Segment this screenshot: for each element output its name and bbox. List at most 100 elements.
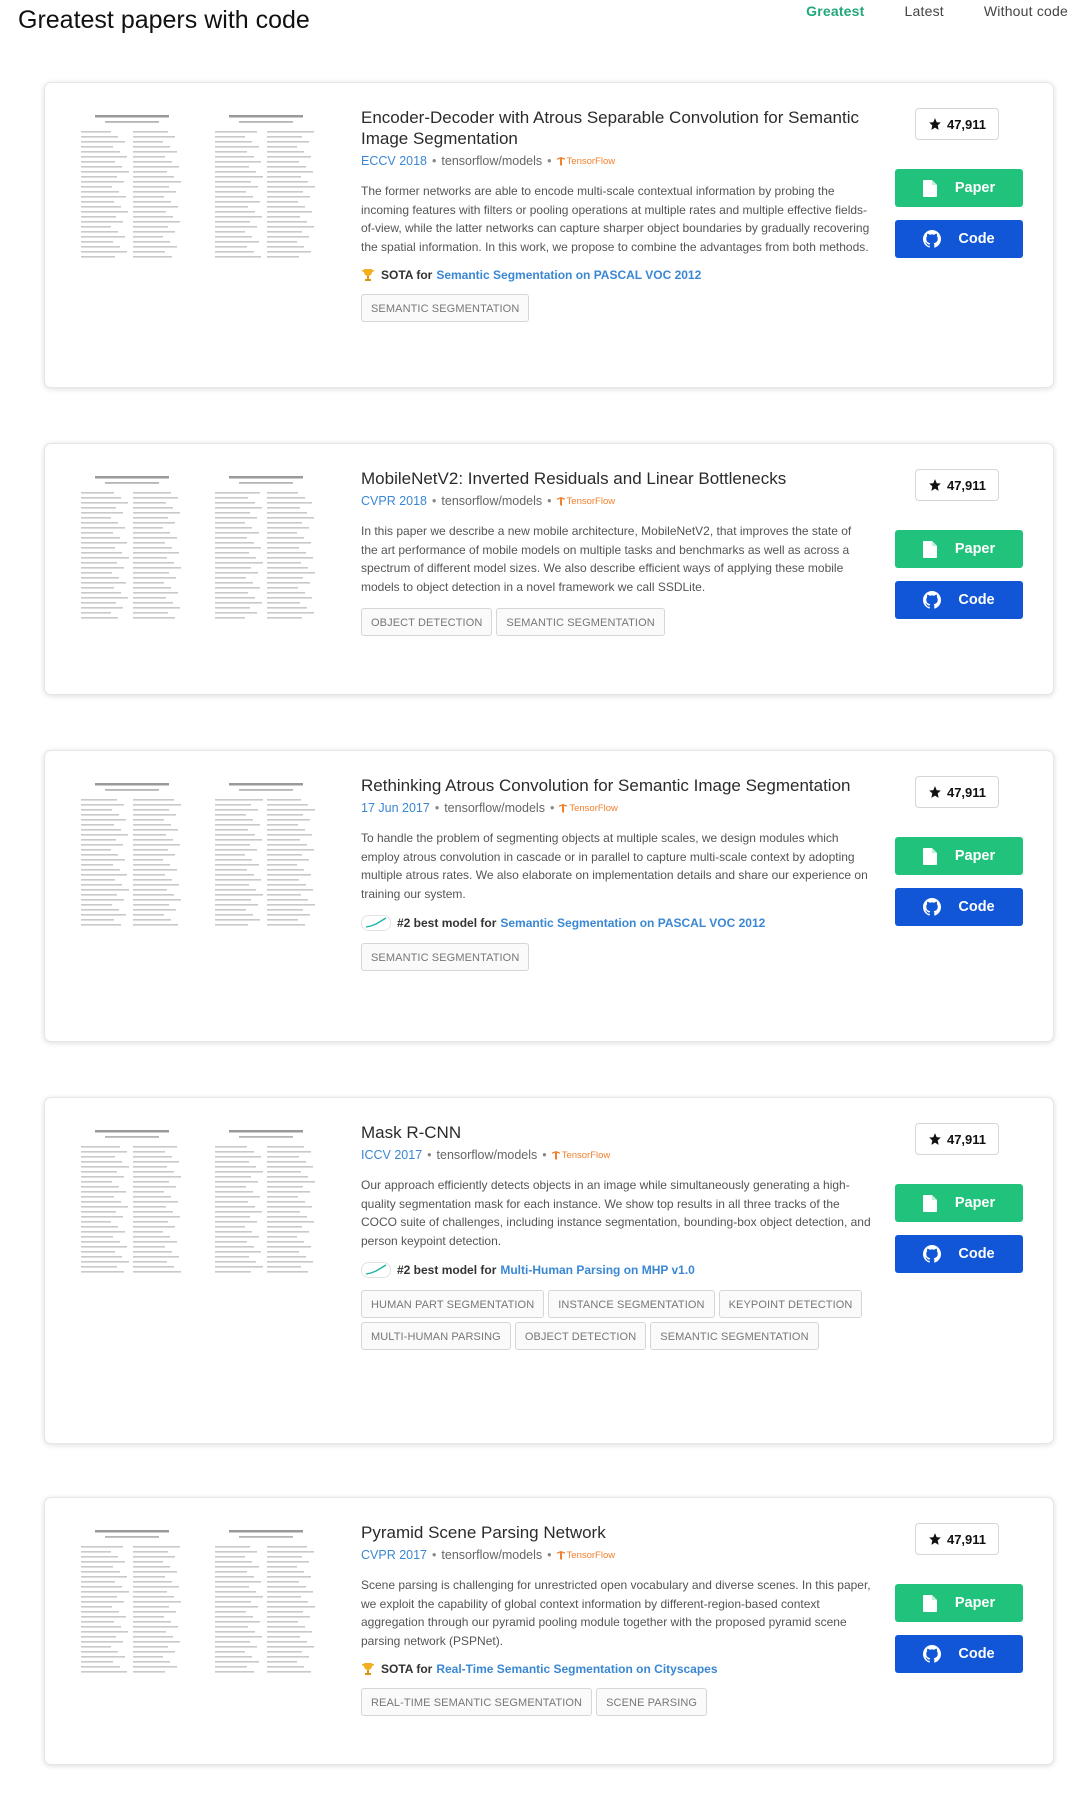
code-button[interactable]: Code — [895, 1235, 1023, 1273]
leaderboard-rank: #2 best model for Semantic Segmentation o… — [361, 915, 871, 931]
paper-meta: 17 Jun 2017 • tensorflow/models • TensorFlow — [361, 801, 871, 815]
page-header: Greatest papers with code Greatest Lates… — [18, 0, 1068, 44]
paper-actions: 47,911 Paper Code — [895, 1123, 1023, 1273]
tensorflow-icon — [556, 496, 565, 506]
file-icon — [922, 179, 946, 197]
task-tag[interactable]: SEMANTIC SEGMENTATION — [650, 1322, 819, 1350]
framework-badge: TensorFlow — [556, 1550, 615, 1561]
task-tag[interactable]: HUMAN PART SEGMENTATION — [361, 1290, 545, 1318]
rank-label: #2 best model for — [397, 916, 497, 930]
paper-repo[interactable]: tensorflow/models — [441, 1548, 542, 1562]
rank-label: #2 best model for — [397, 1263, 497, 1277]
thumbnail-page — [209, 1524, 323, 1674]
star-icon — [928, 1532, 947, 1546]
paper-venue[interactable]: CVPR 2017 — [361, 1548, 427, 1562]
framework-badge: TensorFlow — [559, 803, 618, 814]
paper-button[interactable]: Paper — [895, 1184, 1023, 1222]
thumbnail-page — [209, 470, 323, 620]
task-tag[interactable]: SEMANTIC SEGMENTATION — [361, 294, 530, 322]
star-icon — [928, 117, 947, 131]
meta-separator: • — [432, 1548, 437, 1562]
star-count-value: 47,911 — [946, 1131, 987, 1147]
code-button[interactable]: Code — [895, 1635, 1023, 1673]
paper-card: Mask R-CNN ICCV 2017 • tensorflow/models • Te… — [44, 1097, 1054, 1444]
paper-repo[interactable]: tensorflow/models — [437, 1148, 538, 1162]
file-icon — [922, 847, 946, 865]
task-tag[interactable]: KEYPOINT DETECTION — [718, 1290, 863, 1318]
paper-thumbnail[interactable] — [75, 777, 325, 927]
paper-title[interactable]: Encoder-Decoder with Atrous Separable Co… — [361, 107, 871, 149]
star-icon — [928, 478, 947, 492]
rank-label: SOTA for — [381, 268, 433, 282]
paper-thumbnail[interactable] — [75, 109, 325, 259]
github-icon — [923, 1245, 950, 1263]
paper-content: Rethinking Atrous Convolution for Semant… — [361, 775, 871, 975]
meta-separator: • — [432, 154, 437, 168]
paper-title[interactable]: Pyramid Scene Parsing Network — [361, 1522, 871, 1543]
tab-without-code[interactable]: Without code — [984, 3, 1068, 19]
paper-meta: CVPR 2018 • tensorflow/models • TensorFlow — [361, 494, 871, 508]
paper-title[interactable]: Mask R-CNN — [361, 1122, 871, 1143]
code-button-label: Code — [958, 899, 995, 915]
paper-thumbnail[interactable] — [75, 1124, 325, 1274]
paper-button-label: Paper — [954, 1595, 996, 1611]
star-count-value: 47,911 — [946, 477, 987, 493]
thumbnail-page — [75, 777, 189, 927]
paper-venue[interactable]: ICCV 2017 — [361, 1148, 422, 1162]
github-icon — [923, 898, 950, 916]
trophy-icon — [361, 1662, 375, 1676]
file-icon — [922, 540, 946, 558]
paper-button[interactable]: Paper — [895, 837, 1023, 875]
thumbnail-page — [75, 109, 189, 259]
star-count: 47,911 — [915, 1523, 999, 1555]
paper-repo[interactable]: tensorflow/models — [441, 154, 542, 168]
task-tag[interactable]: REAL-TIME SEMANTIC SEGMENTATION — [361, 1688, 593, 1716]
meta-separator: • — [547, 1548, 552, 1562]
paper-repo[interactable]: tensorflow/models — [441, 494, 542, 508]
sort-tabs: Greatest Latest Without code — [766, 3, 1068, 19]
tensorflow-icon — [551, 1150, 560, 1160]
paper-thumbnail[interactable] — [75, 470, 325, 620]
task-tag[interactable]: OBJECT DETECTION — [361, 608, 493, 636]
paper-thumbnail[interactable] — [75, 1524, 325, 1674]
paper-content: MobileNetV2: Inverted Residuals and Line… — [361, 468, 871, 640]
meta-separator: • — [547, 494, 552, 508]
rank-task-link[interactable]: Semantic Segmentation on PASCAL VOC 2012 — [436, 268, 701, 282]
paper-venue[interactable]: CVPR 2018 — [361, 494, 427, 508]
paper-button[interactable]: Paper — [895, 169, 1023, 207]
paper-meta: ECCV 2018 • tensorflow/models • TensorFlow — [361, 154, 871, 168]
task-tag[interactable]: SCENE PARSING — [596, 1688, 708, 1716]
paper-title[interactable]: MobileNetV2: Inverted Residuals and Line… — [361, 468, 871, 489]
star-icon — [928, 785, 947, 799]
tab-latest[interactable]: Latest — [905, 3, 944, 19]
paper-venue[interactable]: ECCV 2018 — [361, 154, 427, 168]
task-tag[interactable]: SEMANTIC SEGMENTATION — [361, 943, 530, 971]
paper-button[interactable]: Paper — [895, 1584, 1023, 1622]
github-icon — [923, 230, 950, 248]
thumbnail-page — [209, 1124, 323, 1274]
task-tag[interactable]: INSTANCE SEGMENTATION — [548, 1290, 715, 1318]
task-tag[interactable]: OBJECT DETECTION — [514, 1322, 647, 1350]
code-button[interactable]: Code — [895, 581, 1023, 619]
file-icon — [922, 1194, 946, 1212]
paper-repo[interactable]: tensorflow/models — [444, 801, 545, 815]
star-count: 47,911 — [915, 1123, 999, 1155]
rank-task-link[interactable]: Semantic Segmentation on PASCAL VOC 2012 — [500, 916, 765, 930]
tensorflow-icon — [556, 156, 565, 166]
code-button[interactable]: Code — [895, 220, 1023, 258]
paper-meta: CVPR 2017 • tensorflow/models • TensorFlow — [361, 1548, 871, 1562]
thumbnail-page — [209, 109, 323, 259]
code-button[interactable]: Code — [895, 888, 1023, 926]
paper-content: Pyramid Scene Parsing Network CVPR 2017 • t… — [361, 1522, 871, 1720]
paper-button[interactable]: Paper — [895, 530, 1023, 568]
task-tag[interactable]: SEMANTIC SEGMENTATION — [496, 608, 665, 636]
paper-abstract: Our approach efficiently detects objects… — [361, 1178, 871, 1248]
thumbnail-page — [75, 1124, 189, 1274]
paper-actions: 47,911 Paper Code — [895, 469, 1023, 619]
rank-task-link[interactable]: Multi-Human Parsing on MHP v1.0 — [500, 1263, 694, 1277]
rank-task-link[interactable]: Real-Time Semantic Segmentation on Citys… — [436, 1662, 717, 1676]
tab-greatest[interactable]: Greatest — [806, 3, 864, 19]
paper-title[interactable]: Rethinking Atrous Convolution for Semant… — [361, 775, 871, 796]
task-tag[interactable]: MULTI-HUMAN PARSING — [361, 1322, 511, 1350]
meta-separator: • — [549, 801, 555, 815]
